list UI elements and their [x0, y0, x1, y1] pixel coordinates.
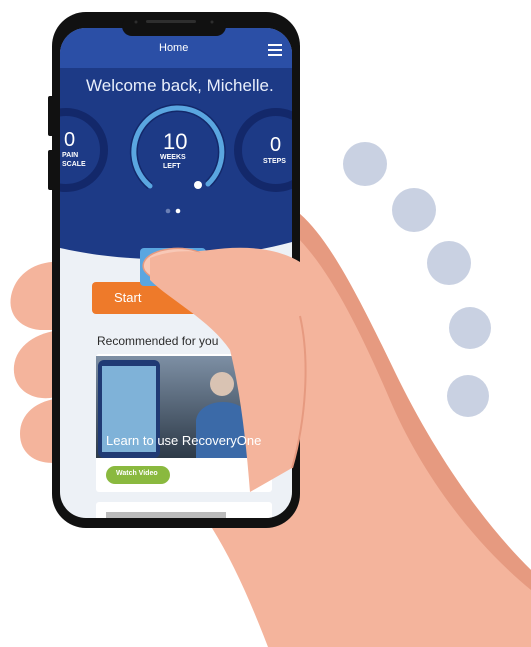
pager-dot-2[interactable]: [175, 208, 181, 214]
pager-dot-1[interactable]: [165, 208, 171, 214]
gauge-weeks-label-2: LEFT: [163, 163, 181, 170]
watch-video-label[interactable]: Watch Video: [116, 470, 158, 477]
header-title: Home: [159, 42, 189, 54]
phone-notch: [122, 16, 226, 36]
start-button-label[interactable]: Start: [114, 290, 141, 305]
video-card-title[interactable]: Learn to use RecoveryOne: [106, 433, 261, 448]
gauge-steps-value: 0: [270, 134, 282, 156]
gauge-weeks-value: 10: [163, 129, 188, 154]
gauge-pain-label-1: PAIN: [62, 152, 79, 159]
gauge-pain-label-2: SCALE: [62, 161, 86, 168]
gauge-weeks-label-1: WEEKS: [160, 154, 186, 161]
phone-illustration: [10, 12, 531, 647]
gauge-pain-value: 0: [64, 129, 76, 151]
hamburger-menu-icon[interactable]: [268, 44, 282, 56]
recommended-heading: Recommended for you: [97, 334, 219, 348]
gauge-steps-label: STEPS: [263, 158, 286, 165]
welcome-text: Welcome back, Michelle.: [86, 76, 274, 95]
